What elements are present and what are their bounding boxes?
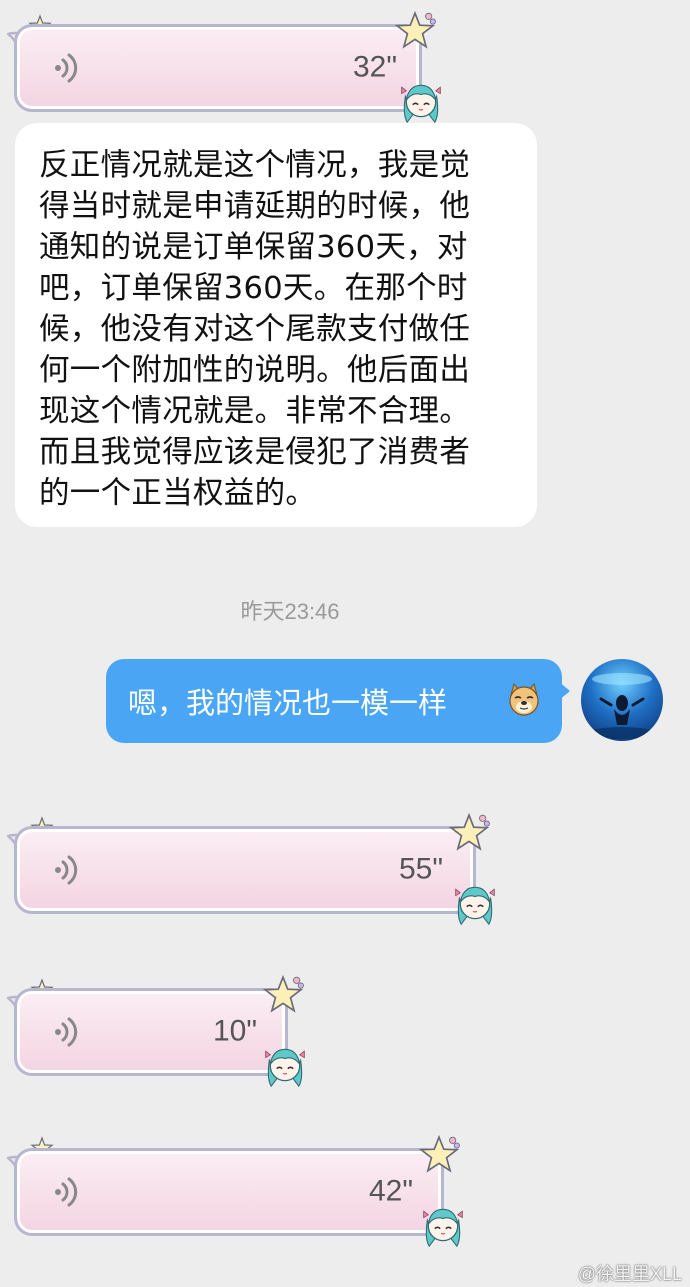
message-timestamp: 昨天23:46 bbox=[240, 599, 340, 624]
avatar[interactable] bbox=[581, 659, 663, 741]
message-line: 何一个附加性的说明。他后面出 bbox=[39, 353, 471, 388]
voice-bubble[interactable]: 10" bbox=[14, 988, 288, 1076]
message-line: 通知的说是订单保留360天，对 bbox=[39, 230, 468, 265]
voice-duration: 42" bbox=[368, 1174, 413, 1208]
message-line: 吧，订单保留360天。在那个时 bbox=[39, 271, 468, 306]
voice-bubble[interactable]: 32" bbox=[14, 24, 422, 112]
star-decoration-icon bbox=[262, 974, 304, 1016]
character-decoration-icon bbox=[452, 880, 498, 926]
star-decoration-icon bbox=[394, 10, 436, 52]
message-line: 的一个正当权益的。 bbox=[39, 476, 317, 511]
message-line: 现这个情况就是。非常不合理。 bbox=[39, 394, 471, 429]
received-text-bubble[interactable]: 反正情况就是这个情况，我是觉 得当时就是申请延期的时候，他 通知的说是订单保留3… bbox=[15, 123, 537, 527]
message-line: 得当时就是申请延期的时候，他 bbox=[39, 189, 471, 224]
voice-wave-icon bbox=[49, 1175, 83, 1209]
message-line: 反正情况就是这个情况，我是觉 bbox=[39, 148, 471, 183]
sent-bubble-tail bbox=[558, 681, 570, 701]
star-decoration-icon bbox=[418, 1134, 460, 1176]
watermark: @徐里里XLL bbox=[577, 1264, 682, 1284]
voice-duration: 55" bbox=[398, 852, 443, 886]
swimmer-avatar-icon bbox=[588, 673, 656, 739]
voice-wave-icon bbox=[49, 51, 83, 85]
sent-message-text: 嗯，我的情况也一模一样 bbox=[128, 686, 448, 720]
message-line: 而且我觉得应该是侵犯了消费者 bbox=[39, 435, 471, 470]
message-line: 候，他没有对这个尾款支付做任 bbox=[39, 312, 471, 347]
voice-wave-icon bbox=[49, 853, 83, 887]
voice-bubble[interactable]: 55" bbox=[14, 826, 476, 914]
voice-duration: 32" bbox=[352, 50, 397, 84]
character-decoration-icon bbox=[262, 1042, 308, 1088]
star-decoration-icon bbox=[448, 812, 490, 854]
voice-duration: 10" bbox=[212, 1014, 257, 1048]
character-decoration-icon bbox=[420, 1202, 466, 1248]
sent-text-bubble[interactable]: 嗯，我的情况也一模一样 bbox=[106, 659, 562, 743]
voice-bubble[interactable]: 42" bbox=[14, 1148, 444, 1236]
doge-emoji-icon bbox=[509, 682, 539, 716]
character-decoration-icon bbox=[398, 78, 444, 124]
voice-wave-icon bbox=[49, 1015, 83, 1049]
